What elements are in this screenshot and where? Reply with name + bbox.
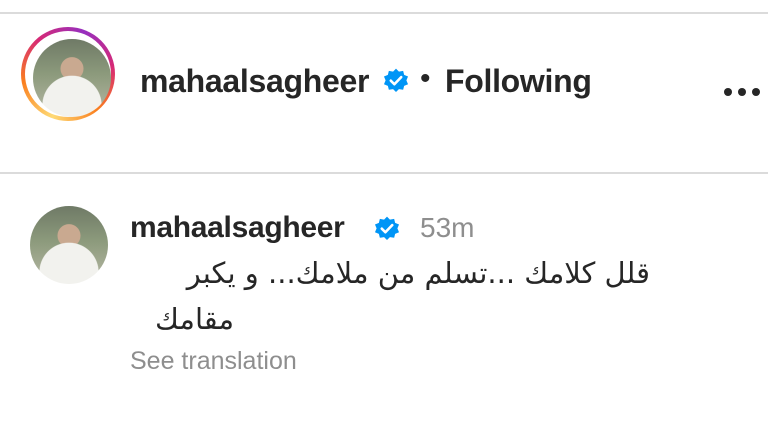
comment-avatar[interactable] [30,206,108,284]
comment-text-line2: مقامك [154,302,234,336]
story-ring[interactable] [21,27,115,121]
see-translation-link[interactable]: See translation [130,347,297,376]
following-button[interactable]: Following [445,63,592,100]
avatar[interactable] [33,39,111,117]
more-options-icon[interactable] [718,78,768,106]
comment-text-line1: قلل كلامك ...تسلم من ملامك... و يكبر [186,256,650,290]
separator-dot: • [420,62,431,95]
comment-author-username[interactable]: mahaalsagheer [130,211,345,245]
post-author-username[interactable]: mahaalsagheer [140,63,369,100]
header-divider [0,172,768,174]
verified-badge-icon [383,68,409,93]
comment-timestamp[interactable]: 53m [420,212,474,244]
verified-badge-icon [374,216,400,241]
